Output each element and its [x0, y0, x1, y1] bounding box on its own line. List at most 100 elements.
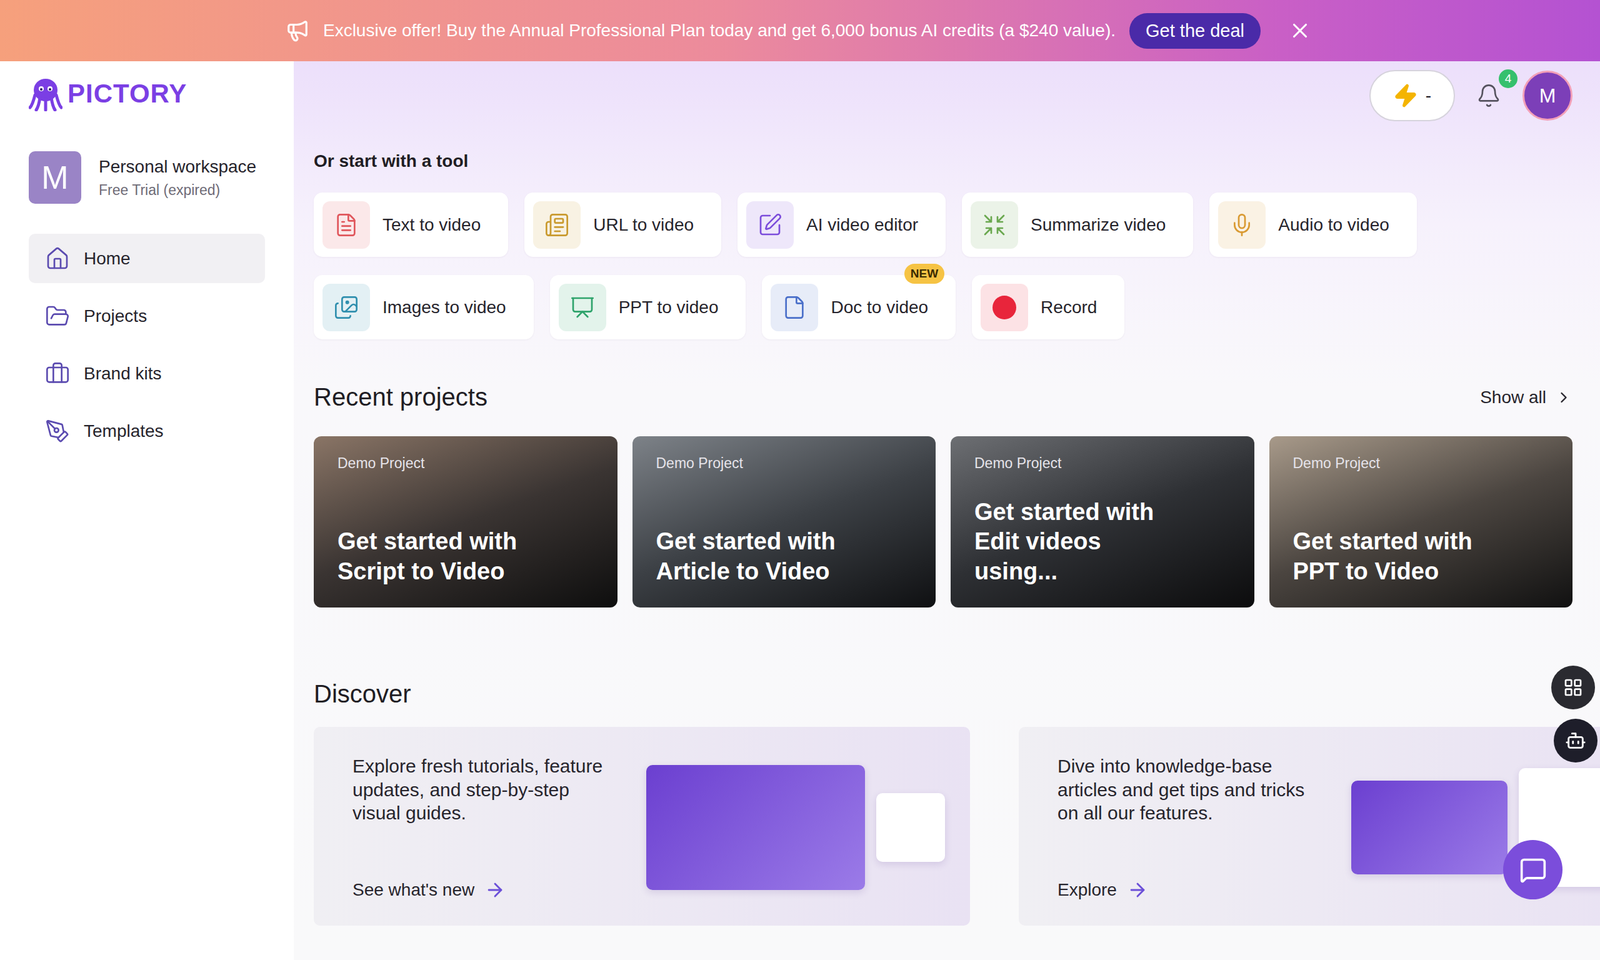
tool-icon [533, 201, 581, 249]
credits-pill[interactable]: - [1369, 70, 1455, 122]
illustration-image [1351, 754, 1600, 901]
tool-chip[interactable]: Images to video [313, 275, 534, 340]
recent-header: Recent projects Show all [313, 383, 1573, 412]
sidebar-item[interactable]: Templates [28, 406, 265, 456]
tool-glyph-icon [781, 295, 807, 320]
body: PICTORY M Personal workspace Free Trial (ex… [0, 61, 1600, 960]
tool-glyph-icon [757, 212, 783, 238]
banner-text: Exclusive offer! Buy the Annual Professi… [323, 20, 1116, 41]
sidebar-item[interactable]: Brand kits [28, 348, 265, 399]
bot-icon [1565, 730, 1587, 752]
project-title: Get started with PPT to Video [1293, 526, 1500, 587]
tool-chip[interactable]: Doc to videoNEW [761, 275, 956, 340]
notification-badge: 4 [1498, 69, 1518, 89]
arrow-right-icon [1126, 879, 1149, 901]
illustration-block [876, 793, 945, 862]
sidebar: PICTORY M Personal workspace Free Trial (ex… [0, 61, 294, 960]
tool-glyph-icon [570, 295, 595, 320]
arrow-right-icon [484, 879, 506, 901]
tool-chip[interactable]: AI video editor [737, 192, 946, 257]
sidebar-item[interactable]: Home [28, 233, 265, 284]
discover-copy: Explore fresh tutorials, feature updates… [352, 754, 622, 825]
record-dot-icon [992, 295, 1017, 320]
tool-chip[interactable]: PPT to video [550, 275, 747, 340]
tool-icon [1218, 201, 1266, 249]
project-title: Get started with Edit videos using... [974, 497, 1181, 587]
discover-text: Explore fresh tutorials, feature updates… [352, 754, 622, 901]
logo[interactable]: PICTORY [28, 76, 265, 112]
discover-text: Dive into knowledge-base articles and ge… [1057, 754, 1327, 901]
project-tag: Demo Project [656, 455, 913, 472]
chat-button[interactable] [1503, 840, 1563, 900]
tool-chip[interactable]: Text to video [313, 192, 509, 257]
illustration-image [646, 754, 945, 901]
discover-card[interactable]: Explore fresh tutorials, feature updates… [313, 726, 970, 926]
project-card[interactable]: Demo ProjectGet started with Article to … [632, 436, 937, 608]
discover-card[interactable]: Dive into knowledge-base articles and ge… [1018, 726, 1600, 926]
recent-title: Recent projects [313, 383, 488, 412]
discover-link[interactable]: Explore [1057, 879, 1327, 901]
discover-cards: Explore fresh tutorials, feature updates… [313, 726, 1573, 926]
illustration-block [646, 765, 865, 890]
tool-chip[interactable]: URL to video [524, 192, 722, 257]
workspace-name: Personal workspace [98, 156, 257, 177]
main: -4MOr start with a toolText to videoURL … [293, 61, 1600, 960]
project-card[interactable]: Demo Project Get started with Script to V… [313, 436, 618, 608]
deal-button[interactable]: Get the deal [1129, 13, 1261, 49]
close-icon [1288, 18, 1312, 43]
app: Exclusive offer! Buy the Annual Professi… [0, 0, 1600, 960]
sidebar-item[interactable]: Projects [28, 291, 265, 341]
illustration-block [1351, 780, 1508, 875]
show-all-link[interactable]: Show all [1480, 387, 1573, 408]
project-card[interactable]: Demo Project Get started with PPT to Vide… [1269, 436, 1574, 608]
discover-link[interactable]: See what's new [352, 879, 622, 901]
assistant-button[interactable] [1553, 718, 1598, 763]
bell-icon [1476, 83, 1502, 109]
sidebar-nav: Home Projects Brand kits Templates [28, 233, 265, 456]
tool-icon [322, 201, 370, 249]
notifications[interactable]: 4 [1476, 83, 1502, 109]
user-avatar[interactable]: M [1522, 70, 1573, 121]
tool-chip[interactable]: Record [971, 275, 1125, 340]
octopus-logo-icon [28, 76, 63, 112]
tool-glyph-icon [333, 212, 359, 238]
apps-button[interactable] [1551, 665, 1595, 710]
project-tag: Demo Project [974, 455, 1231, 472]
nav-icon [45, 246, 70, 272]
tool-glyph-icon [333, 295, 359, 320]
tool-row: Text to videoURL to videoAI video editor… [313, 192, 1573, 257]
project-cards: Demo Project Get started with Script to V… [313, 436, 1573, 608]
close-button[interactable] [1285, 16, 1315, 45]
tool-row: Images to videoPPT to videoDoc to videoN… [313, 275, 1573, 340]
tools-title: Or start with a tool [313, 151, 1573, 172]
project-tag: Demo Project [337, 455, 594, 472]
project-tag: Demo Project [1293, 455, 1550, 472]
top-bar: -4M [313, 61, 1573, 130]
tool-icon [770, 283, 819, 332]
nav-icon [45, 418, 70, 444]
discover-header: Discover [313, 680, 1573, 709]
tool-icon [322, 283, 370, 332]
nav-icon [45, 303, 70, 329]
megaphone-icon [285, 18, 310, 43]
project-card[interactable]: Demo Project Get started with Edit videos… [950, 436, 1255, 608]
tool-glyph-icon [1229, 212, 1255, 238]
tool-chip[interactable]: Summarize video [961, 192, 1194, 257]
project-title: Get started with Script to Video [337, 526, 544, 587]
tool-glyph-icon [544, 212, 570, 238]
workspace-info: Personal workspace Free Trial (expired) [98, 156, 257, 199]
logo-text: PICTORY [67, 78, 187, 109]
tool-icon [970, 201, 1019, 249]
discover-title: Discover [313, 680, 412, 709]
workspace-plan: Free Trial (expired) [98, 181, 257, 199]
tool-chip[interactable]: Audio to video [1209, 192, 1417, 257]
tool-icon [746, 201, 794, 249]
workspace-avatar: M [28, 151, 82, 204]
lightning-icon [1393, 83, 1419, 109]
chevron-right-icon [1555, 388, 1573, 407]
promo-banner: Exclusive offer! Buy the Annual Professi… [0, 0, 1600, 62]
new-badge: NEW [904, 263, 945, 284]
workspace[interactable]: M Personal workspace Free Trial (expired) [28, 151, 265, 204]
discover-copy: Dive into knowledge-base articles and ge… [1057, 754, 1327, 825]
tool-icon [558, 283, 607, 332]
